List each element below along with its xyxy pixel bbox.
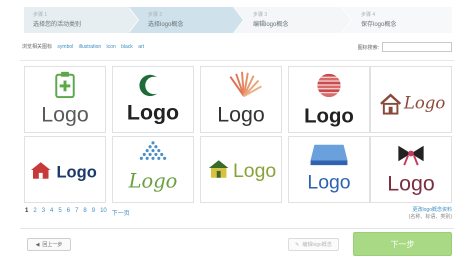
pagination: 1 2 3 4 5 6 7 8 9 10 下一页 (25, 208, 130, 217)
pencil-icon: ✎ (295, 241, 300, 248)
logo-tile[interactable]: Logo (288, 136, 370, 203)
page-2[interactable]: 2 (33, 208, 36, 217)
logo-tile[interactable]: Logo (370, 136, 452, 203)
logo-word: Logo (217, 102, 264, 126)
step-2[interactable]: 步骤 2 选择logo概念 (128, 7, 244, 33)
logo-word: Logo (304, 105, 354, 127)
change-concept-link[interactable]: 更改logo概念资料 (409, 207, 452, 214)
logo-word: Logo (387, 171, 434, 195)
page-10[interactable]: 10 (100, 208, 107, 217)
page-7[interactable]: 7 (75, 208, 78, 217)
filter-tag-symbol[interactable]: symbol (57, 44, 73, 50)
step-3[interactable]: 步骤 3 编辑logo概念 (233, 7, 352, 33)
next-step-button[interactable]: 下一步 (353, 232, 452, 256)
step-4-label: 保存logo概念 (361, 22, 397, 28)
step-2-number: 步骤 2 (148, 12, 163, 18)
icon-search: 图标搜索: (358, 42, 452, 52)
edit-concept-label: 编辑logo概念 (302, 242, 332, 248)
filter-label: 浏览相关图标 (22, 44, 53, 50)
logo-word: Logo (57, 164, 97, 182)
page-9[interactable]: 9 (92, 208, 95, 217)
step-3-label: 编辑logo概念 (253, 22, 289, 28)
arrow-left-icon: ◀ (35, 241, 40, 248)
house-icon: Logo (380, 93, 445, 115)
logo-tile[interactable]: Logo (24, 136, 106, 203)
filter-tag-icon[interactable]: icon (107, 44, 116, 50)
green-house-icon: Logo (208, 160, 276, 182)
logo-word: Logo (307, 171, 350, 193)
back-button[interactable]: ◀ 回上一步 (27, 238, 71, 251)
step-2-label: 选择logo概念 (148, 22, 184, 28)
step-1[interactable]: 步骤 1 选择您的活动类别 (24, 7, 139, 33)
logo-tile[interactable]: Logo (370, 66, 452, 133)
page-6[interactable]: 6 (67, 208, 70, 217)
step-wizard: 步骤 1 选择您的活动类别 步骤 2 选择logo概念 步骤 3 编辑logo概… (24, 7, 452, 33)
striped-globe-icon: Logo (304, 73, 354, 127)
sunburst-fan-icon: Logo (217, 71, 265, 126)
logo-tile[interactable]: Logo (288, 66, 370, 133)
step-1-number: 步骤 1 (33, 12, 48, 18)
step-4[interactable]: 步骤 4 保存logo概念 (341, 7, 452, 33)
edit-concept-button[interactable]: ✎ 编辑logo概念 (288, 238, 339, 251)
icon-filter-bar: 浏览相关图标 symbol illustration icon black ar… (22, 43, 148, 51)
filter-tag-illustration[interactable]: illustration (79, 44, 102, 50)
logo-tile[interactable]: Logo (200, 66, 282, 133)
clipboard-plus-icon: Logo (41, 71, 89, 126)
logo-tile[interactable]: Logo (24, 66, 106, 133)
next-step-label: 下一步 (390, 239, 415, 249)
logo-word: Logo (233, 160, 276, 182)
logo-tile[interactable]: Logo (200, 136, 282, 203)
logo-word: Logo (403, 94, 445, 113)
page-8[interactable]: 8 (83, 208, 86, 217)
page-3[interactable]: 3 (42, 208, 45, 217)
logo-tile[interactable]: Logo (112, 136, 194, 203)
red-house-icon: Logo (31, 162, 97, 182)
page-1[interactable]: 1 (25, 208, 28, 217)
logo-word: Logo (127, 100, 179, 124)
change-concept-note: (名称、标语、类别) (408, 214, 452, 220)
filter-tag-art[interactable]: art (138, 44, 144, 50)
blue-rectangle-icon: Logo (307, 144, 351, 193)
crescent-moon-icon: Logo (127, 74, 179, 124)
logo-grid: Logo Logo Logo Logo Logo Logo Logo Logo … (20, 60, 454, 203)
filter-tag-black[interactable]: black (121, 44, 133, 50)
bow-ribbon-icon: Logo (387, 145, 435, 195)
logo-word: Logo (41, 102, 88, 126)
next-page-link[interactable]: 下一页 (112, 208, 130, 217)
back-button-label: 回上一步 (42, 242, 63, 248)
change-concept-info: 更改logo概念资料 (名称、标语、类别) (409, 207, 452, 221)
icon-search-input[interactable] (382, 42, 452, 52)
divider (20, 228, 454, 229)
logo-tile[interactable]: Logo (112, 66, 194, 133)
step-1-label: 选择您的活动类别 (33, 22, 82, 28)
page-4[interactable]: 4 (50, 208, 53, 217)
step-4-number: 步骤 4 (361, 12, 376, 18)
dot-triangle-icon: Logo (128, 141, 178, 192)
logo-word: Logo (128, 169, 178, 192)
step-3-number: 步骤 3 (253, 12, 268, 18)
page-5[interactable]: 5 (58, 208, 61, 217)
icon-search-label: 图标搜索: (357, 44, 379, 51)
